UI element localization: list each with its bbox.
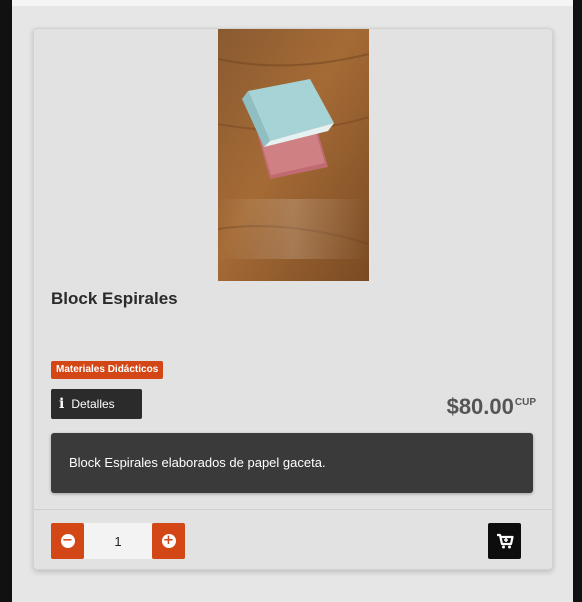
decrease-quantity-button[interactable]: − [51,523,84,559]
increase-quantity-button[interactable]: + [152,523,185,559]
minus-circle-icon: − [60,533,75,548]
product-image[interactable] [218,29,369,281]
price-amount: $80.00 [446,394,514,419]
category-badge[interactable]: Materiales Didácticos [51,361,164,379]
product-description: Block Espirales elaborados de papel gace… [69,455,326,470]
details-label: Detalles [71,397,115,411]
details-button[interactable]: i Detalles [51,389,142,419]
product-title: Block Espirales [51,289,178,308]
info-icon: i [59,396,65,412]
add-to-cart-button[interactable] [488,523,521,559]
description-box: Block Espirales elaborados de papel gace… [51,433,533,493]
quantity-input[interactable] [84,523,152,559]
plus-circle-icon: + [161,533,176,548]
divider [34,509,552,510]
shopping-cart-icon [496,533,514,549]
left-edge-bar [0,0,12,602]
product-card: Block Espirales Materiales Didácticos i … [33,28,553,570]
right-edge-bar [573,0,582,602]
price-currency: CUP [514,397,536,408]
product-price: $80.00 CUP [447,394,536,420]
